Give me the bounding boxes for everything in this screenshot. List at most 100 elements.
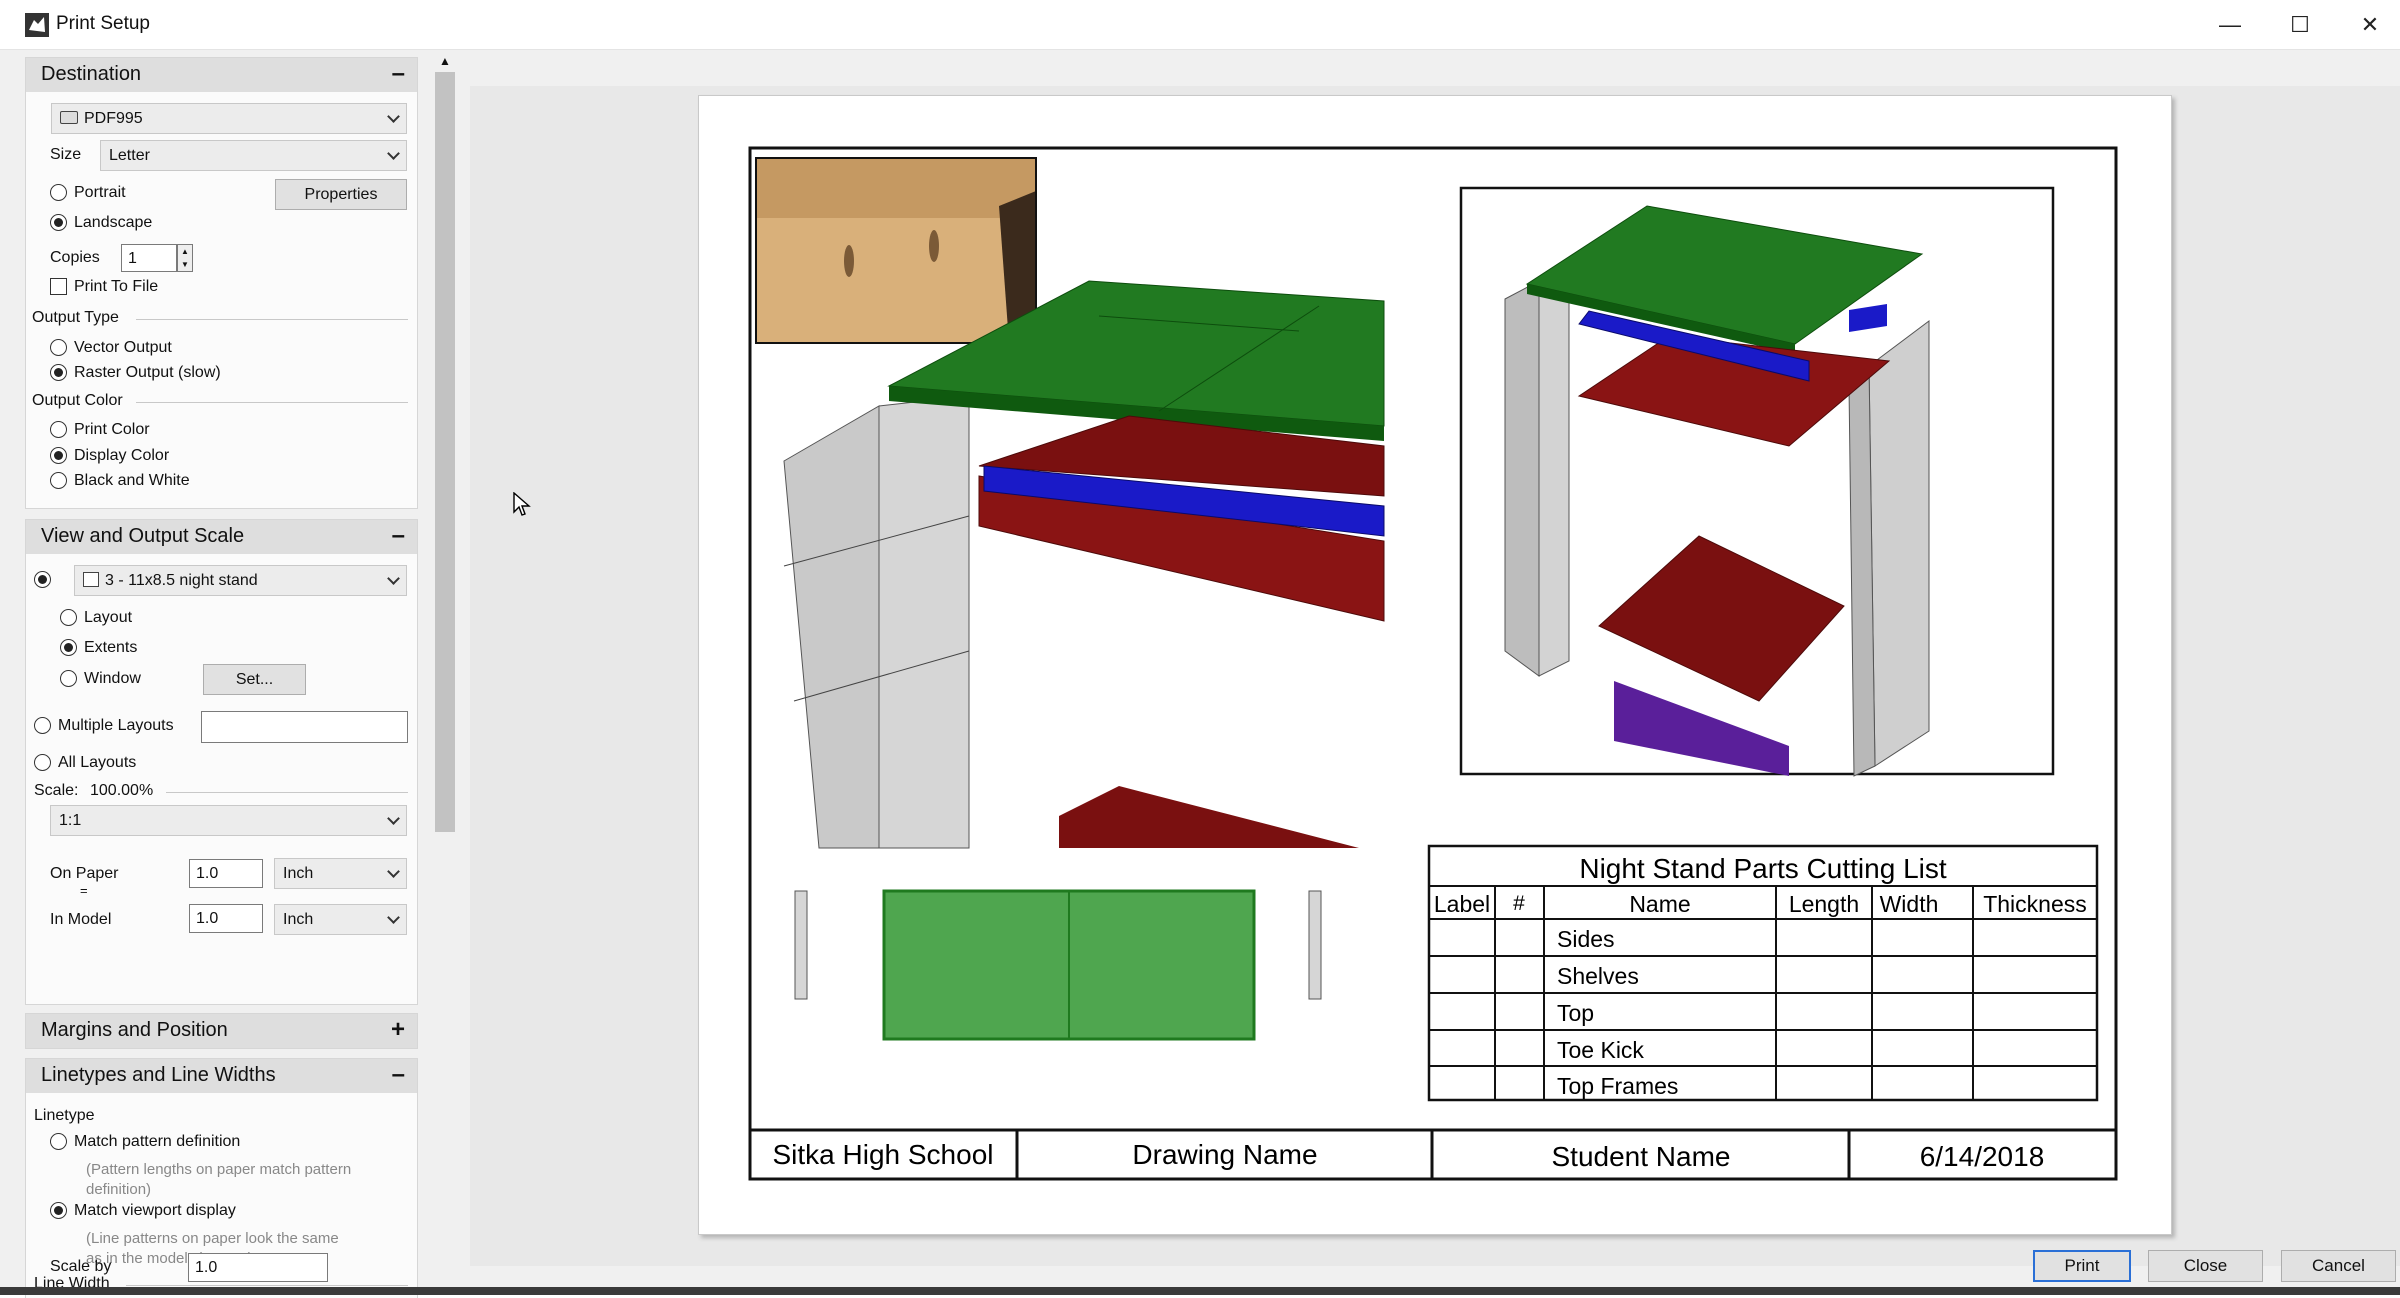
margins-group: Margins and Position + (25, 1013, 418, 1049)
copies-spinner[interactable]: ▲ ▼ (177, 244, 193, 272)
destination-title: Destination (41, 63, 142, 85)
layout-radio[interactable] (60, 609, 77, 626)
destination-header[interactable]: Destination – (26, 58, 417, 92)
landscape-label: Landscape (74, 214, 153, 231)
close-button[interactable]: Close (2148, 1250, 2263, 1282)
minimize-button[interactable]: — (2195, 0, 2265, 50)
properties-button[interactable]: Properties (275, 179, 407, 210)
portrait-radio[interactable] (50, 184, 67, 201)
print-to-file-checkbox[interactable] (50, 278, 67, 295)
size-label: Size (50, 146, 82, 163)
row-shelves: Shelves (1557, 963, 1639, 989)
ratio-select[interactable]: 1:1 (50, 805, 407, 836)
in-model-input[interactable]: 1.0 (189, 904, 263, 933)
col-width: Width (1880, 891, 1939, 917)
on-paper-unit-select[interactable]: Inch (274, 858, 407, 889)
view-scale-group: View and Output Scale – 3 - 11x8.5 night… (25, 519, 418, 1005)
window-radio[interactable] (60, 670, 77, 687)
match-viewport-radio[interactable] (50, 1202, 67, 1219)
student-name: Student Name (1552, 1141, 1731, 1172)
close-window-button[interactable]: ✕ (2335, 0, 2400, 50)
match-pattern-hint-2: definition) (86, 1181, 152, 1198)
cancel-button[interactable]: Cancel (2281, 1250, 2396, 1282)
row-top-frames: Top Frames (1557, 1073, 1678, 1099)
linetype-label: Linetype (34, 1107, 95, 1124)
in-model-unit-select[interactable]: Inch (274, 904, 407, 935)
panel-scrollbar[interactable]: ▲ (432, 50, 458, 1285)
row-top: Top (1557, 1000, 1594, 1026)
match-pattern-radio[interactable] (50, 1133, 67, 1150)
printer-value: PDF995 (84, 110, 143, 127)
scale-value: 100.00% (90, 782, 154, 799)
paper-sheet: Night Stand Parts Cutting List Label # N… (698, 95, 2172, 1235)
set-window-button[interactable]: Set... (203, 664, 306, 695)
chevron-down-icon (387, 812, 400, 825)
view-select[interactable]: 3 - 11x8.5 night stand (74, 565, 407, 596)
all-layouts-radio[interactable] (34, 754, 51, 771)
maximize-button[interactable]: ☐ (2265, 0, 2335, 50)
col-label: Label (1434, 891, 1490, 917)
col-number: # (1513, 892, 1525, 915)
school-name: Sitka High School (772, 1139, 993, 1170)
on-paper-unit-value: Inch (283, 865, 314, 882)
view-value: 3 - 11x8.5 night stand (105, 572, 258, 589)
photo-thumbnail (755, 157, 1037, 344)
vector-output-radio[interactable] (50, 339, 67, 356)
scrollbar-thumb[interactable] (435, 72, 455, 832)
chevron-down-icon (387, 110, 400, 123)
display-color-label: Display Color (74, 447, 170, 464)
print-color-radio[interactable] (50, 421, 67, 438)
settings-panel: Destination – PDF995 Size Letter Portrai… (0, 50, 430, 1298)
scroll-up-icon[interactable]: ▲ (439, 54, 451, 68)
drawing-date: 6/14/2018 (1920, 1141, 2045, 1172)
extents-label: Extents (84, 639, 138, 656)
size-select[interactable]: Letter (100, 140, 407, 171)
isometric-view-small (1459, 186, 2055, 777)
multiple-layouts-label: Multiple Layouts (58, 717, 174, 734)
chevron-down-icon (387, 911, 400, 924)
copies-input[interactable]: 1 (121, 244, 177, 272)
front-view (794, 889, 1322, 1041)
collapse-icon[interactable]: – (392, 1061, 405, 1089)
chevron-down-icon (387, 572, 400, 585)
display-color-radio[interactable] (50, 447, 67, 464)
match-pattern-hint: (Pattern lengths on paper match pattern (86, 1161, 352, 1178)
mouse-cursor-icon (513, 492, 531, 516)
vector-output-label: Vector Output (74, 339, 172, 356)
multiple-layouts-input[interactable] (201, 711, 408, 743)
size-value: Letter (109, 147, 150, 164)
portrait-label: Portrait (74, 184, 126, 201)
layout-icon (83, 572, 99, 587)
all-layouts-label: All Layouts (58, 754, 137, 771)
col-length: Length (1789, 891, 1859, 917)
chevron-down-icon (387, 865, 400, 878)
isometric-view-large (783, 280, 1385, 849)
expand-icon[interactable]: + (391, 1016, 405, 1044)
printer-select[interactable]: PDF995 (51, 103, 407, 134)
collapse-icon[interactable]: – (392, 60, 405, 88)
extents-radio[interactable] (60, 639, 77, 656)
black-white-label: Black and White (74, 472, 190, 489)
window-title: Print Setup (56, 13, 150, 34)
black-white-radio[interactable] (50, 472, 67, 489)
print-button[interactable]: Print (2033, 1250, 2131, 1282)
raster-output-radio[interactable] (50, 364, 67, 381)
margins-header[interactable]: Margins and Position + (26, 1014, 417, 1048)
multiple-layouts-radio[interactable] (34, 717, 51, 734)
drawing-sheet: Night Stand Parts Cutting List Label # N… (748, 146, 2118, 1181)
linetypes-header[interactable]: Linetypes and Line Widths – (26, 1059, 417, 1093)
output-color-label: Output Color (32, 392, 123, 409)
landscape-radio[interactable] (50, 214, 67, 231)
view-radio[interactable] (34, 571, 51, 588)
collapse-icon[interactable]: – (392, 522, 405, 550)
view-scale-header[interactable]: View and Output Scale – (26, 520, 417, 554)
window-label: Window (84, 670, 141, 687)
title-bar: Print Setup — ☐ ✕ (0, 0, 2400, 50)
col-thickness: Thickness (1983, 891, 2087, 917)
print-color-label: Print Color (74, 421, 150, 438)
title-block: Sitka High School Drawing Name Student N… (750, 1128, 2116, 1179)
taskbar-strip (0, 1287, 2400, 1295)
cutting-list-table: Night Stand Parts Cutting List Label # N… (1427, 844, 2099, 1102)
ratio-value: 1:1 (59, 812, 82, 829)
on-paper-input[interactable]: 1.0 (189, 859, 263, 888)
